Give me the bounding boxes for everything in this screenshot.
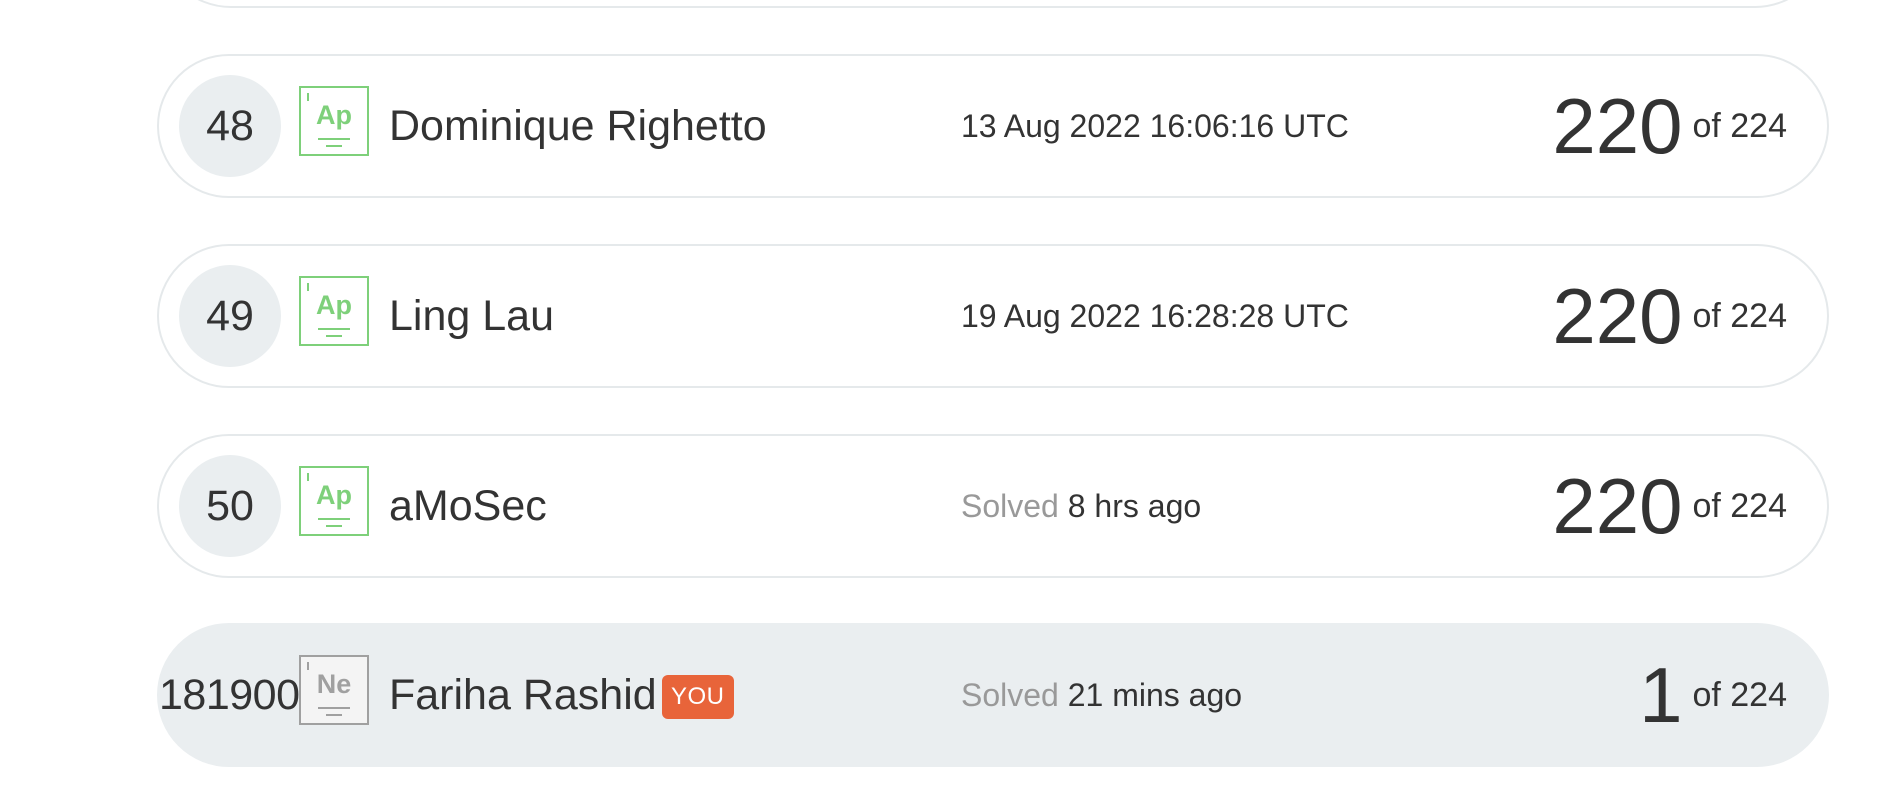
you-badge: YOU bbox=[662, 675, 734, 719]
player-name[interactable]: Dominique Righetto bbox=[389, 56, 767, 196]
solved-value: 19 Aug 2022 16:28:28 UTC bbox=[961, 298, 1349, 334]
badge-symbol: Ap bbox=[316, 100, 352, 130]
score-total: of 224 bbox=[1692, 487, 1787, 525]
solved-value: 8 hrs ago bbox=[1067, 488, 1202, 524]
score-value: 1 bbox=[1639, 651, 1683, 739]
level-badge-icon: Ap bbox=[299, 86, 369, 156]
level-badge-icon: Ap bbox=[299, 276, 369, 346]
score-total: of 224 bbox=[1692, 297, 1787, 335]
previous-row-edge bbox=[157, 0, 1829, 8]
score: 1 of 224 bbox=[1639, 625, 1787, 765]
player-name[interactable]: Fariha Rashid bbox=[389, 625, 657, 765]
solved-value: 13 Aug 2022 16:06:16 UTC bbox=[961, 108, 1349, 144]
solved-time: 13 Aug 2022 16:06:16 UTC bbox=[961, 56, 1349, 196]
leaderboard-row[interactable]: 49 Ap Ling Lau 19 Aug 2022 16:28:28 UTC … bbox=[157, 244, 1829, 388]
rank-circle: 49 bbox=[179, 265, 281, 367]
leaderboard-row[interactable]: 48 Ap Dominique Righetto 13 Aug 2022 16:… bbox=[157, 54, 1829, 198]
player-name[interactable]: aMoSec bbox=[389, 436, 547, 576]
score: 220 of 224 bbox=[1552, 246, 1787, 386]
score-total: of 224 bbox=[1692, 107, 1787, 145]
rank-circle: 50 bbox=[179, 455, 281, 557]
solved-prefix: Solved bbox=[961, 488, 1059, 524]
player-name[interactable]: Ling Lau bbox=[389, 246, 554, 386]
solved-value: 21 mins ago bbox=[1067, 677, 1243, 713]
score-total: of 224 bbox=[1692, 676, 1787, 714]
solved-time: 19 Aug 2022 16:28:28 UTC bbox=[961, 246, 1349, 386]
solved-time: Solved 8 hrs ago bbox=[961, 436, 1201, 576]
level-badge-icon: Ne bbox=[299, 655, 369, 725]
solved-time: Solved 21 mins ago bbox=[961, 625, 1242, 765]
rank-number: 181900 bbox=[159, 671, 300, 719]
score: 220 of 224 bbox=[1552, 436, 1787, 576]
score-value: 220 bbox=[1552, 272, 1683, 360]
current-user-row[interactable]: 181900 Ne Fariha Rashid YOU Solved 21 mi… bbox=[157, 623, 1829, 767]
badge-symbol: Ap bbox=[316, 480, 352, 510]
score: 220 of 224 bbox=[1552, 56, 1787, 196]
score-value: 220 bbox=[1552, 82, 1683, 170]
badge-symbol: Ap bbox=[316, 290, 352, 320]
level-badge-icon: Ap bbox=[299, 466, 369, 536]
rank-circle: 48 bbox=[179, 75, 281, 177]
leaderboard-row[interactable]: 50 Ap aMoSec Solved 8 hrs ago 220 of 224 bbox=[157, 434, 1829, 578]
badge-symbol: Ne bbox=[316, 669, 352, 699]
leaderboard: 48 Ap Dominique Righetto 13 Aug 2022 16:… bbox=[0, 0, 1892, 792]
score-value: 220 bbox=[1552, 462, 1683, 550]
solved-prefix: Solved bbox=[961, 677, 1059, 713]
